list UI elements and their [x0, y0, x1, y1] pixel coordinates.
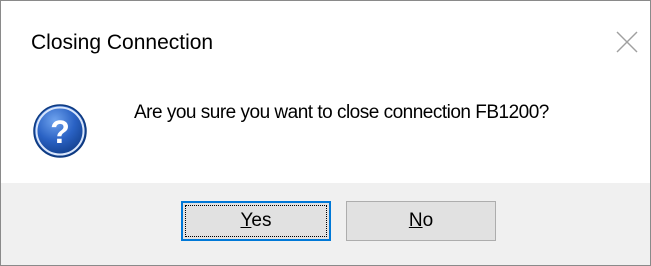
no-button[interactable]: No: [346, 201, 496, 241]
dialog-message: Are you sure you want to close connectio…: [134, 102, 549, 123]
svg-text:?: ?: [50, 114, 70, 150]
button-bar: Yes No: [1, 183, 650, 265]
dialog-title: Closing Connection: [31, 31, 214, 54]
close-icon: [616, 31, 638, 53]
no-button-label: No: [408, 210, 434, 231]
dialog-content: ? Are you sure you want to close connect…: [1, 87, 650, 183]
yes-button[interactable]: Yes: [181, 201, 331, 241]
focus-rectangle: [185, 205, 327, 237]
question-icon: ?: [33, 104, 87, 158]
confirm-dialog: Closing Connection ? Are you sure you wa…: [0, 0, 651, 266]
close-button[interactable]: [604, 21, 650, 67]
title-bar: Closing Connection: [1, 1, 650, 87]
